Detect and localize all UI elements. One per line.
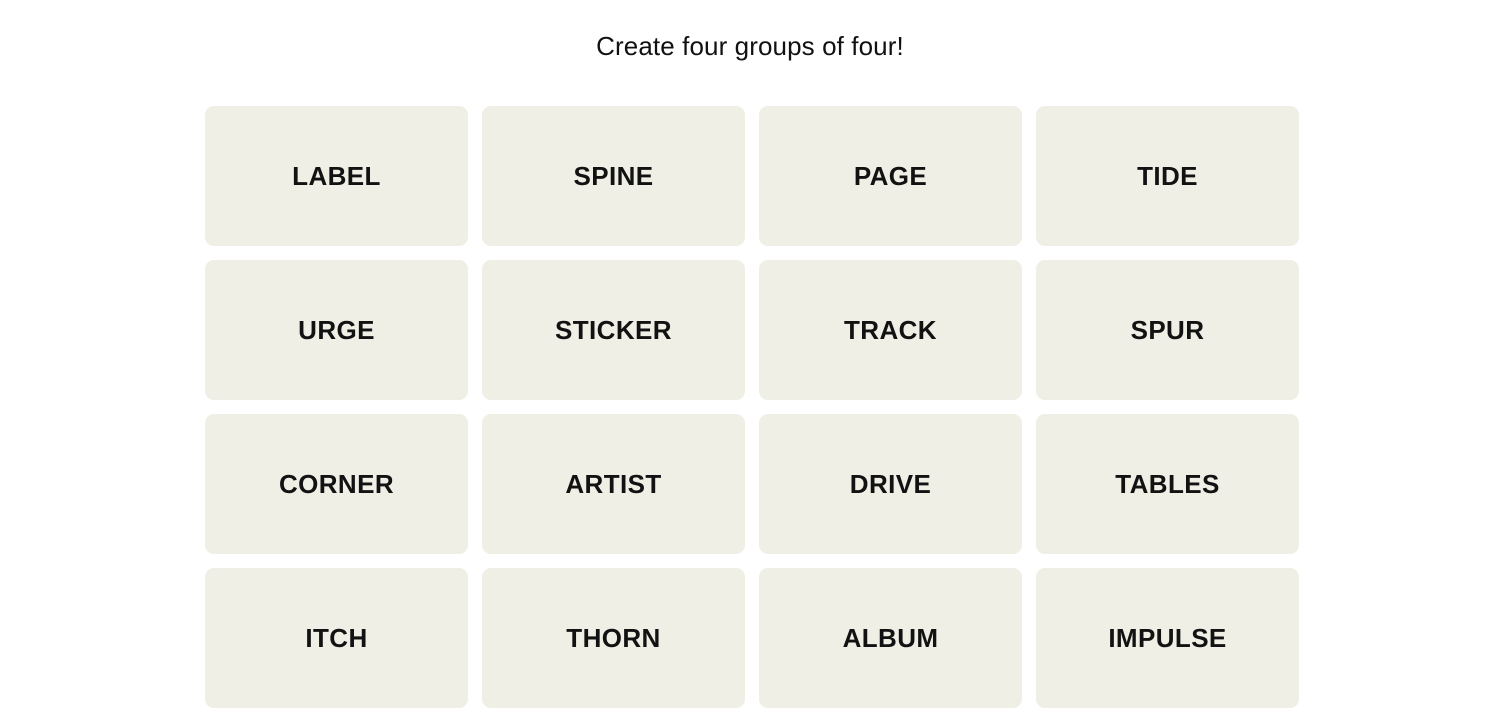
connections-board: Create four groups of four! LABEL SPINE … [0,0,1500,720]
word-tile[interactable]: CORNER [205,414,468,554]
word-tile[interactable]: PAGE [759,106,1022,246]
word-tile-label: LABEL [292,161,381,191]
word-tile-label: ALBUM [842,623,939,653]
word-tile[interactable]: THORN [482,568,745,708]
word-tile[interactable]: STICKER [482,260,745,400]
word-tile-label: THORN [566,623,661,653]
word-tile[interactable]: TABLES [1036,414,1299,554]
word-tile-label: ARTIST [565,469,662,499]
word-tile[interactable]: TRACK [759,260,1022,400]
page-title: Create four groups of four! [596,31,904,61]
word-tile-label: PAGE [853,161,928,191]
word-tile-label: STICKER [555,315,672,345]
word-tile[interactable]: ARTIST [482,414,745,554]
word-tile[interactable]: SPUR [1036,260,1299,400]
word-tile[interactable]: URGE [205,260,468,400]
word-tile-label: SPINE [573,161,654,191]
word-tile-label: DRIVE [849,469,932,499]
word-tile-label: TRACK [844,315,937,345]
word-tile[interactable]: DRIVE [759,414,1022,554]
word-tile[interactable]: SPINE [482,106,745,246]
word-tile-label: URGE [298,315,375,345]
word-tile[interactable]: TIDE [1036,106,1299,246]
word-tile-label: TIDE [1137,161,1198,191]
word-tile[interactable]: LABEL [205,106,468,246]
word-tile[interactable]: ALBUM [759,568,1022,708]
word-tile-label: ITCH [305,623,368,653]
word-tile-label: CORNER [278,469,395,499]
word-tile-label: TABLES [1115,469,1220,499]
word-tile-label: IMPULSE [1108,623,1227,653]
word-tile-label: SPUR [1130,315,1205,345]
word-tile[interactable]: IMPULSE [1036,568,1299,708]
word-tile-grid: LABEL SPINE PAGE TIDE URGE STICKER TRACK… [205,106,1299,708]
word-tile[interactable]: ITCH [205,568,468,708]
